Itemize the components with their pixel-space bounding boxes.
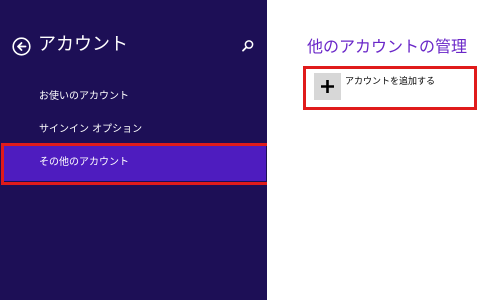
page-title: 他のアカウントの管理: [307, 37, 468, 56]
main-panel: 他のアカウントの管理: [267, 0, 500, 300]
plus-icon: [321, 80, 334, 93]
search-icon[interactable]: [241, 39, 255, 53]
sidebar-title: アカウント: [38, 34, 128, 55]
sidebar-item-label: その他のアカウント: [39, 157, 129, 168]
plus-tile: [314, 73, 341, 100]
sidebar: アカウント お使いのアカウント サインイン オプション その他のアカウント: [0, 0, 267, 300]
sidebar-item-label: お使いのアカウント: [39, 91, 129, 102]
sidebar-item-your-account[interactable]: お使いのアカウント: [3, 81, 266, 113]
back-arrow-icon[interactable]: [12, 37, 31, 56]
add-account-button[interactable]: アカウントを追加する: [314, 73, 474, 107]
sidebar-item-sign-in-options[interactable]: サインイン オプション: [3, 114, 266, 146]
add-account-label: アカウントを追加する: [345, 77, 436, 87]
sidebar-item-other-accounts[interactable]: その他のアカウント: [3, 146, 266, 181]
sidebar-item-label: サインイン オプション: [39, 124, 143, 135]
